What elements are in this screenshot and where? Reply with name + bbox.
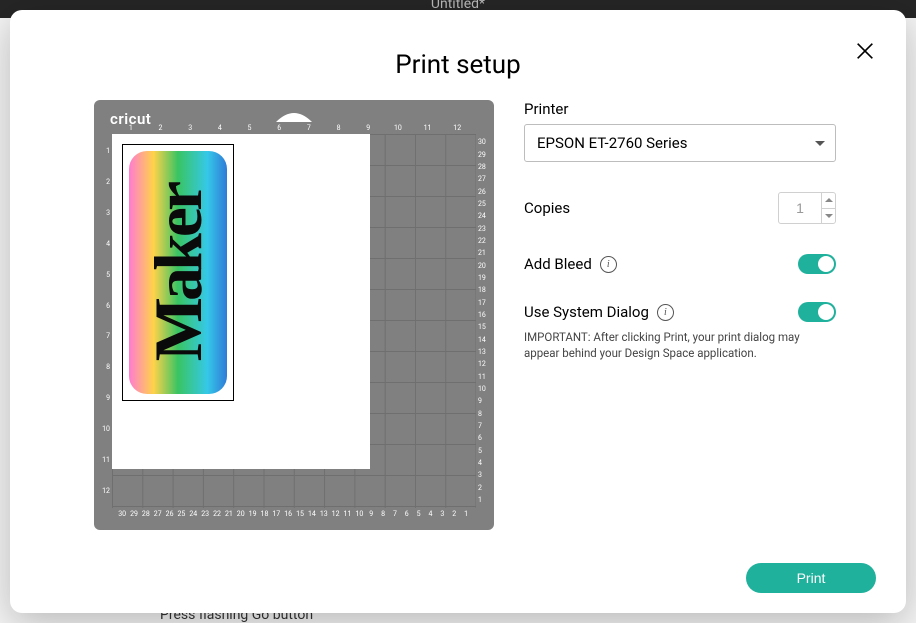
mat-preview: cricut 123456789101112 123456789101112 1…	[94, 100, 494, 530]
settings-panel: Printer EPSON ET-2760 Series Copies	[524, 100, 836, 530]
modal-title: Print setup	[10, 50, 906, 80]
mat-handle-icon	[276, 107, 312, 117]
ruler-bottom: 1234567891011121314151617181920212223242…	[116, 510, 472, 520]
add-bleed-label: Add Bleed	[524, 255, 592, 273]
copies-input[interactable]	[779, 193, 821, 223]
ruler-top: 123456789101112	[116, 124, 472, 134]
mat-grid: Maker	[112, 134, 476, 508]
copies-decrement[interactable]	[822, 209, 835, 224]
copies-increment[interactable]	[822, 193, 835, 209]
ruler-right: 1234567891011121314151617181920212223242…	[476, 136, 490, 506]
close-button[interactable]	[854, 40, 876, 62]
caret-down-icon	[815, 141, 825, 146]
copies-stepper[interactable]	[778, 192, 836, 224]
system-dialog-note: IMPORTANT: After clicking Print, your pr…	[524, 330, 824, 361]
system-dialog-label: Use System Dialog	[524, 303, 649, 321]
artwork-preview: Maker	[122, 144, 234, 401]
print-setup-modal: Print setup cricut 123456789101112 12345…	[10, 10, 906, 613]
copies-label: Copies	[524, 199, 570, 217]
system-dialog-toggle[interactable]	[798, 302, 836, 322]
ruler-left: 123456789101112	[98, 136, 112, 506]
paper-area: Maker	[112, 134, 370, 469]
printer-select[interactable]: EPSON ET-2760 Series	[524, 124, 836, 162]
svg-text:Maker: Maker	[140, 182, 216, 361]
close-icon	[854, 40, 876, 62]
print-button[interactable]: Print	[746, 563, 876, 593]
info-icon[interactable]: i	[657, 304, 674, 321]
info-icon[interactable]: i	[600, 256, 617, 273]
printer-label: Printer	[524, 100, 836, 118]
printer-selected-value: EPSON ET-2760 Series	[537, 134, 687, 152]
add-bleed-toggle[interactable]	[798, 254, 836, 274]
